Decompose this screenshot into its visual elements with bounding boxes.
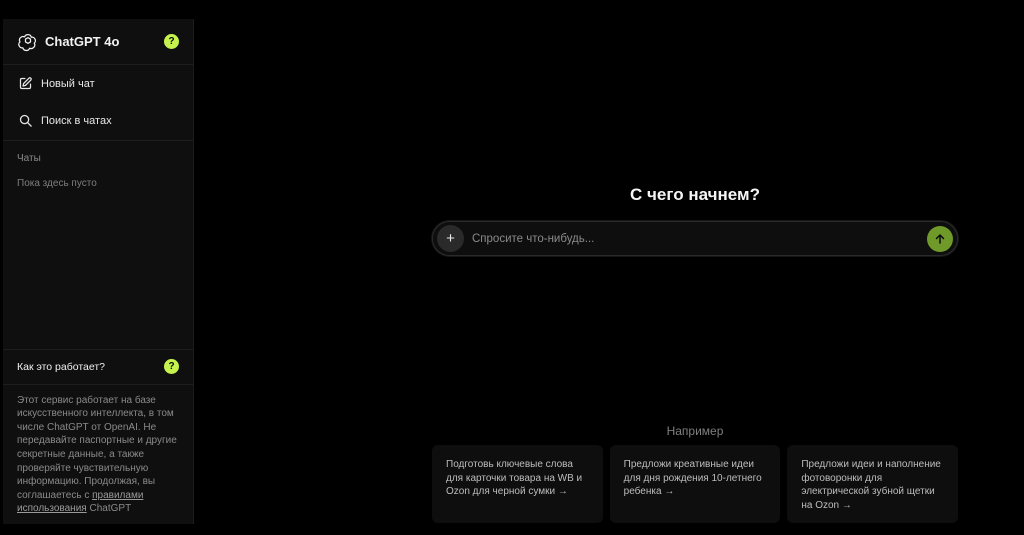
arrow-up-icon (935, 233, 945, 244)
new-chat-button[interactable]: Новый чат (3, 65, 193, 102)
example-card-toothbrush-funnel[interactable]: Предложи идеи и наполнение фотоворонки д… (787, 445, 959, 523)
search-chats-button[interactable]: Поиск в чатах (3, 102, 193, 139)
new-chat-label: Новый чат (41, 77, 95, 90)
edit-icon (17, 76, 33, 92)
disclaimer: Этот сервис работает на базе искусственн… (3, 385, 193, 524)
page-title: С чего начнем? (630, 185, 760, 204)
help-icon[interactable]: ? (164, 34, 179, 49)
help-icon: ? (164, 359, 179, 375)
app-title: ChatGPT 4o (45, 34, 120, 49)
how-it-works-button[interactable]: Как это работает? ? (3, 348, 193, 385)
attach-button[interactable]: + (437, 225, 464, 252)
how-it-works-label: Как это работает? (17, 360, 106, 373)
disclaimer-text: Этот сервис работает на базе искусственн… (17, 394, 177, 501)
example-card-wb-keywords[interactable]: Подготовь ключевые слова для карточки то… (432, 445, 603, 523)
openai-logo-icon[interactable] (17, 31, 39, 53)
sidebar: ChatGPT 4o ? Новый чат Поиск в чатах Чат… (3, 19, 194, 524)
chats-heading: Чаты (17, 153, 41, 164)
send-button[interactable] (927, 225, 953, 252)
disclaimer-suffix: ChatGPT (86, 503, 132, 515)
examples-title: Например (666, 424, 724, 438)
prompt-bar: + (432, 221, 958, 256)
example-card-birthday-ideas[interactable]: Предложи креативные идеи для дня рождени… (609, 445, 781, 523)
search-chats-label: Поиск в чатах (41, 114, 112, 127)
sidebar-header: ChatGPT 4o ? (3, 19, 193, 65)
plus-icon: + (446, 230, 455, 247)
examples-list: Подготовь ключевые слова для карточки то… (432, 445, 959, 523)
sidebar-nav: Новый чат Поиск в чатах (3, 65, 193, 141)
chats-empty-text: Пока здесь пусто (17, 178, 97, 189)
prompt-input[interactable] (464, 222, 927, 255)
search-icon (17, 113, 33, 129)
chats-section: Чаты Пока здесь пусто (3, 141, 193, 189)
